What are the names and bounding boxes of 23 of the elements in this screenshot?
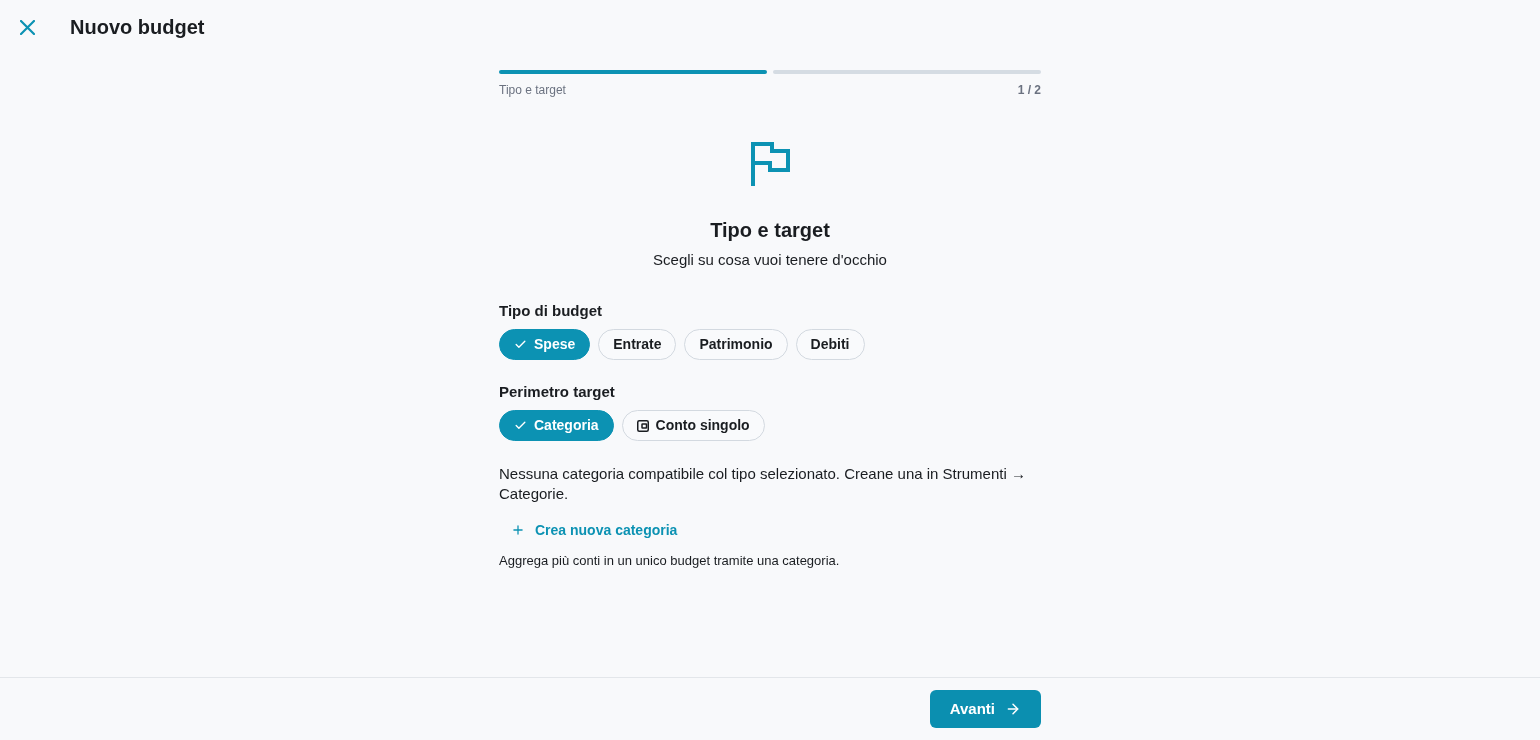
- option-chip[interactable]: Categoria: [499, 410, 614, 441]
- step-label: Tipo e target: [499, 82, 566, 98]
- option-chip[interactable]: Patrimonio: [684, 329, 788, 360]
- check-icon: [514, 419, 527, 432]
- option-chip[interactable]: Debiti: [795, 329, 865, 360]
- wallet-icon: [636, 419, 649, 432]
- hint-text: Aggrega più conti in un unico budget tramite una categoria.: [499, 552, 841, 570]
- step-counter: 1 / 2: [1017, 82, 1041, 98]
- check-icon: [514, 338, 527, 351]
- next-button[interactable]: Avanti: [929, 690, 1041, 728]
- step-title: Tipo e target: [709, 218, 831, 243]
- notice-text: Nessuna categoria compatibile col tipo selezionato. Creane una in Strumenti → Categorie.: [499, 464, 1027, 504]
- option-chip[interactable]: Entrate: [598, 329, 677, 360]
- arrow-right-icon: [1005, 701, 1021, 717]
- step-subtitle: Scegli su cosa vuoi tenere d'occhio: [652, 250, 888, 270]
- close-icon[interactable]: [20, 19, 35, 35]
- option-chip[interactable]: Conto singolo: [621, 410, 765, 441]
- section-label: Perimetro target: [499, 382, 616, 402]
- plus-icon: [511, 523, 525, 537]
- page-title: Nuovo budget: [70, 15, 205, 40]
- flag-icon: [750, 142, 790, 186]
- option-chip[interactable]: Spese: [499, 329, 591, 360]
- section-label: Tipo di budget: [499, 301, 604, 321]
